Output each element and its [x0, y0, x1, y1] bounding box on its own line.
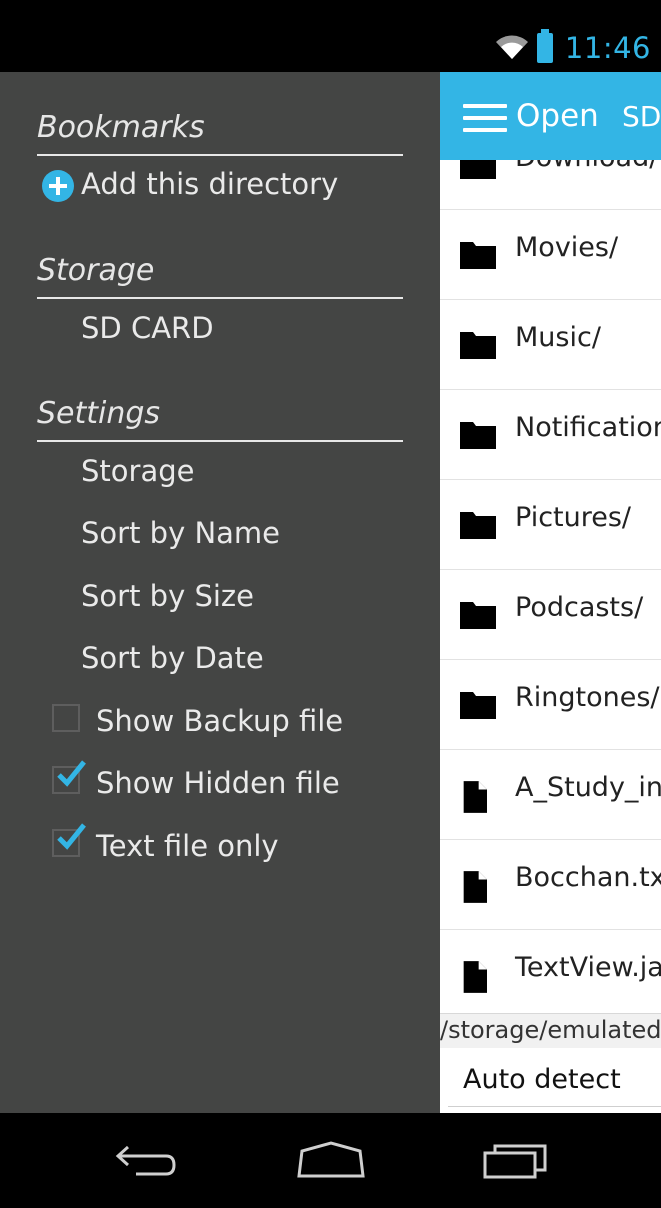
text-file-only-checkbox[interactable] — [52, 823, 86, 857]
checkmark-icon — [57, 760, 86, 787]
recents-icon[interactable] — [482, 1141, 552, 1181]
encoding-selector[interactable]: Auto detect — [440, 1048, 661, 1113]
sort-by-name-item[interactable]: Sort by Name — [81, 516, 280, 550]
folder-icon — [460, 602, 496, 629]
storage-header: Storage — [37, 253, 403, 299]
navigation-bar — [0, 1113, 661, 1208]
file-name[interactable]: TextView.ja — [515, 952, 661, 983]
file-row[interactable]: Notifications/ — [440, 390, 661, 480]
folder-icon — [460, 242, 496, 269]
file-row[interactable]: Movies/ — [440, 210, 661, 300]
file-icon — [463, 781, 487, 813]
folder-icon — [460, 512, 496, 539]
text-file-only-label[interactable]: Text file only — [96, 829, 279, 863]
file-name[interactable]: Bocchan.txt — [515, 862, 661, 893]
folder-icon — [460, 692, 496, 719]
battery-icon — [536, 29, 553, 63]
menu-icon[interactable] — [463, 104, 507, 132]
bookmarks-header-label: Bookmarks — [37, 110, 205, 145]
checkmark-icon — [57, 823, 86, 850]
folder-icon — [460, 160, 496, 179]
file-name[interactable]: Notifications/ — [515, 412, 661, 443]
show-backup-checkbox[interactable] — [52, 704, 80, 732]
file-row[interactable]: Pictures/ — [440, 480, 661, 570]
file-name[interactable]: A_Study_in_ — [515, 772, 661, 803]
file-row[interactable]: Podcasts/ — [440, 570, 661, 660]
settings-header: Settings — [37, 396, 403, 442]
sd-tab[interactable]: SD — [622, 100, 661, 133]
file-row[interactable]: A_Study_in_ — [440, 750, 661, 840]
back-icon[interactable] — [114, 1141, 180, 1181]
open-title[interactable]: Open — [516, 98, 599, 134]
show-hidden-checkbox[interactable] — [52, 760, 86, 794]
file-browser: Open SD Download/Movies/Music/Notificati… — [440, 72, 661, 1113]
show-backup-label[interactable]: Show Backup file — [96, 704, 343, 738]
settings-storage-item[interactable]: Storage — [81, 454, 194, 488]
file-icon — [463, 961, 487, 993]
encoding-underline — [448, 1106, 661, 1107]
file-list: Download/Movies/Music/Notifications/Pict… — [440, 160, 661, 1020]
action-bar: Open SD — [440, 72, 661, 160]
add-directory-button[interactable]: Add this directory — [81, 167, 338, 201]
file-name[interactable]: Music/ — [515, 322, 601, 353]
home-icon[interactable] — [296, 1141, 366, 1181]
bookmarks-header: Bookmarks — [37, 110, 403, 156]
wifi-icon — [495, 35, 528, 59]
add-circle-icon[interactable] — [42, 170, 74, 202]
file-row[interactable]: Ringtones/ — [440, 660, 661, 750]
encoding-value[interactable]: Auto detect — [463, 1064, 621, 1095]
sort-by-size-item[interactable]: Sort by Size — [81, 579, 254, 613]
file-name[interactable]: Movies/ — [515, 232, 618, 263]
file-row[interactable]: Bocchan.txt — [440, 840, 661, 930]
navigation-drawer: Bookmarks Add this directory Storage SD … — [0, 72, 440, 1113]
file-name[interactable]: Pictures/ — [515, 502, 631, 533]
sd-card-item[interactable]: SD CARD — [81, 311, 214, 345]
path-bar: /storage/emulated/ — [440, 1013, 661, 1048]
current-path: /storage/emulated/ — [440, 1016, 661, 1044]
status-bar: 11:46 — [0, 0, 661, 72]
file-name[interactable]: Ringtones/ — [515, 682, 660, 713]
file-name[interactable]: Podcasts/ — [515, 592, 643, 623]
file-name[interactable]: Download/ — [515, 160, 658, 173]
file-row[interactable]: Music/ — [440, 300, 661, 390]
folder-icon — [460, 422, 496, 449]
status-icons: 11:46 — [495, 29, 651, 66]
storage-header-label: Storage — [37, 253, 155, 288]
clock: 11:46 — [564, 31, 651, 65]
folder-icon — [460, 332, 496, 359]
file-row[interactable]: TextView.ja — [440, 930, 661, 1020]
settings-header-label: Settings — [37, 396, 161, 431]
file-icon — [463, 871, 487, 903]
show-hidden-label[interactable]: Show Hidden file — [96, 766, 340, 800]
file-row[interactable]: Download/ — [440, 160, 661, 210]
sort-by-date-item[interactable]: Sort by Date — [81, 641, 264, 675]
